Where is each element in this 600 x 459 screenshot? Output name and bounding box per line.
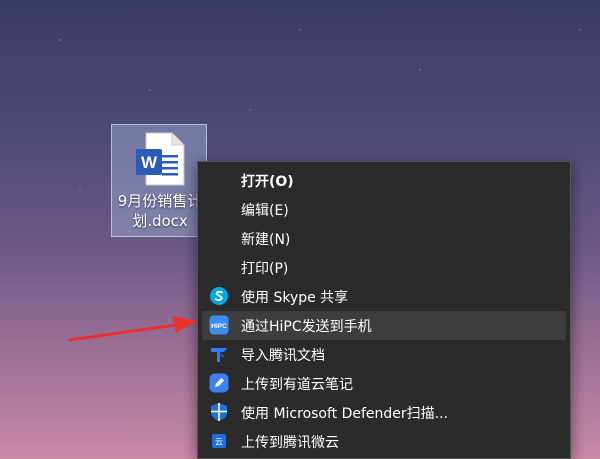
- menu-item-new[interactable]: 新建(N): [202, 224, 566, 253]
- youdao-note-icon: [209, 373, 229, 393]
- menu-item-open[interactable]: 打开(O): [202, 166, 566, 195]
- menu-item-label: 编辑(E): [241, 202, 289, 219]
- hipc-icon: HiPC: [209, 315, 229, 335]
- desktop-file-item[interactable]: W 9月份销售计 划.docx: [111, 124, 207, 237]
- menu-item-print[interactable]: 打印(P): [202, 253, 566, 282]
- defender-shield-icon: [211, 403, 227, 421]
- menu-item-label: 导入腾讯文档: [241, 347, 325, 364]
- skype-icon: [210, 287, 228, 305]
- menu-item-label: 打印(P): [241, 260, 289, 277]
- menu-item-hipc-send[interactable]: HiPC 通过HiPC发送到手机: [202, 311, 566, 340]
- word-icon-letter: W: [141, 153, 158, 172]
- file-name-label: 9月份销售计 划.docx: [117, 192, 203, 230]
- menu-item-label: 上传到有道云笔记: [241, 376, 353, 393]
- menu-item-weiyun-upload[interactable]: 云 上传到腾讯微云: [202, 427, 566, 456]
- context-menu: 打开(O) 编辑(E) 新建(N) 打印(P) 使用 Skype 共享 HiPC…: [197, 161, 571, 459]
- word-document-icon: W: [136, 132, 185, 186]
- weiyun-icon-text: 云: [215, 438, 223, 447]
- menu-item-label: 上传到腾讯微云: [241, 434, 339, 451]
- menu-item-label: 使用 Microsoft Defender扫描...: [241, 405, 449, 422]
- hipc-icon-text: HiPC: [211, 323, 227, 330]
- menu-item-edit[interactable]: 编辑(E): [202, 195, 566, 224]
- menu-item-label: 使用 Skype 共享: [241, 289, 349, 306]
- menu-item-label: 通过HiPC发送到手机: [241, 318, 372, 335]
- menu-item-youdao-note[interactable]: 上传到有道云笔记: [202, 369, 566, 398]
- menu-item-label: 新建(N): [241, 231, 291, 248]
- weiyun-icon: 云: [212, 434, 226, 448]
- menu-item-label: 打开(O): [241, 173, 294, 190]
- menu-item-defender-scan[interactable]: 使用 Microsoft Defender扫描...: [202, 398, 566, 427]
- tencent-docs-icon: [211, 348, 227, 362]
- menu-item-skype-share[interactable]: 使用 Skype 共享: [202, 282, 566, 311]
- menu-item-tencent-docs[interactable]: 导入腾讯文档: [202, 340, 566, 369]
